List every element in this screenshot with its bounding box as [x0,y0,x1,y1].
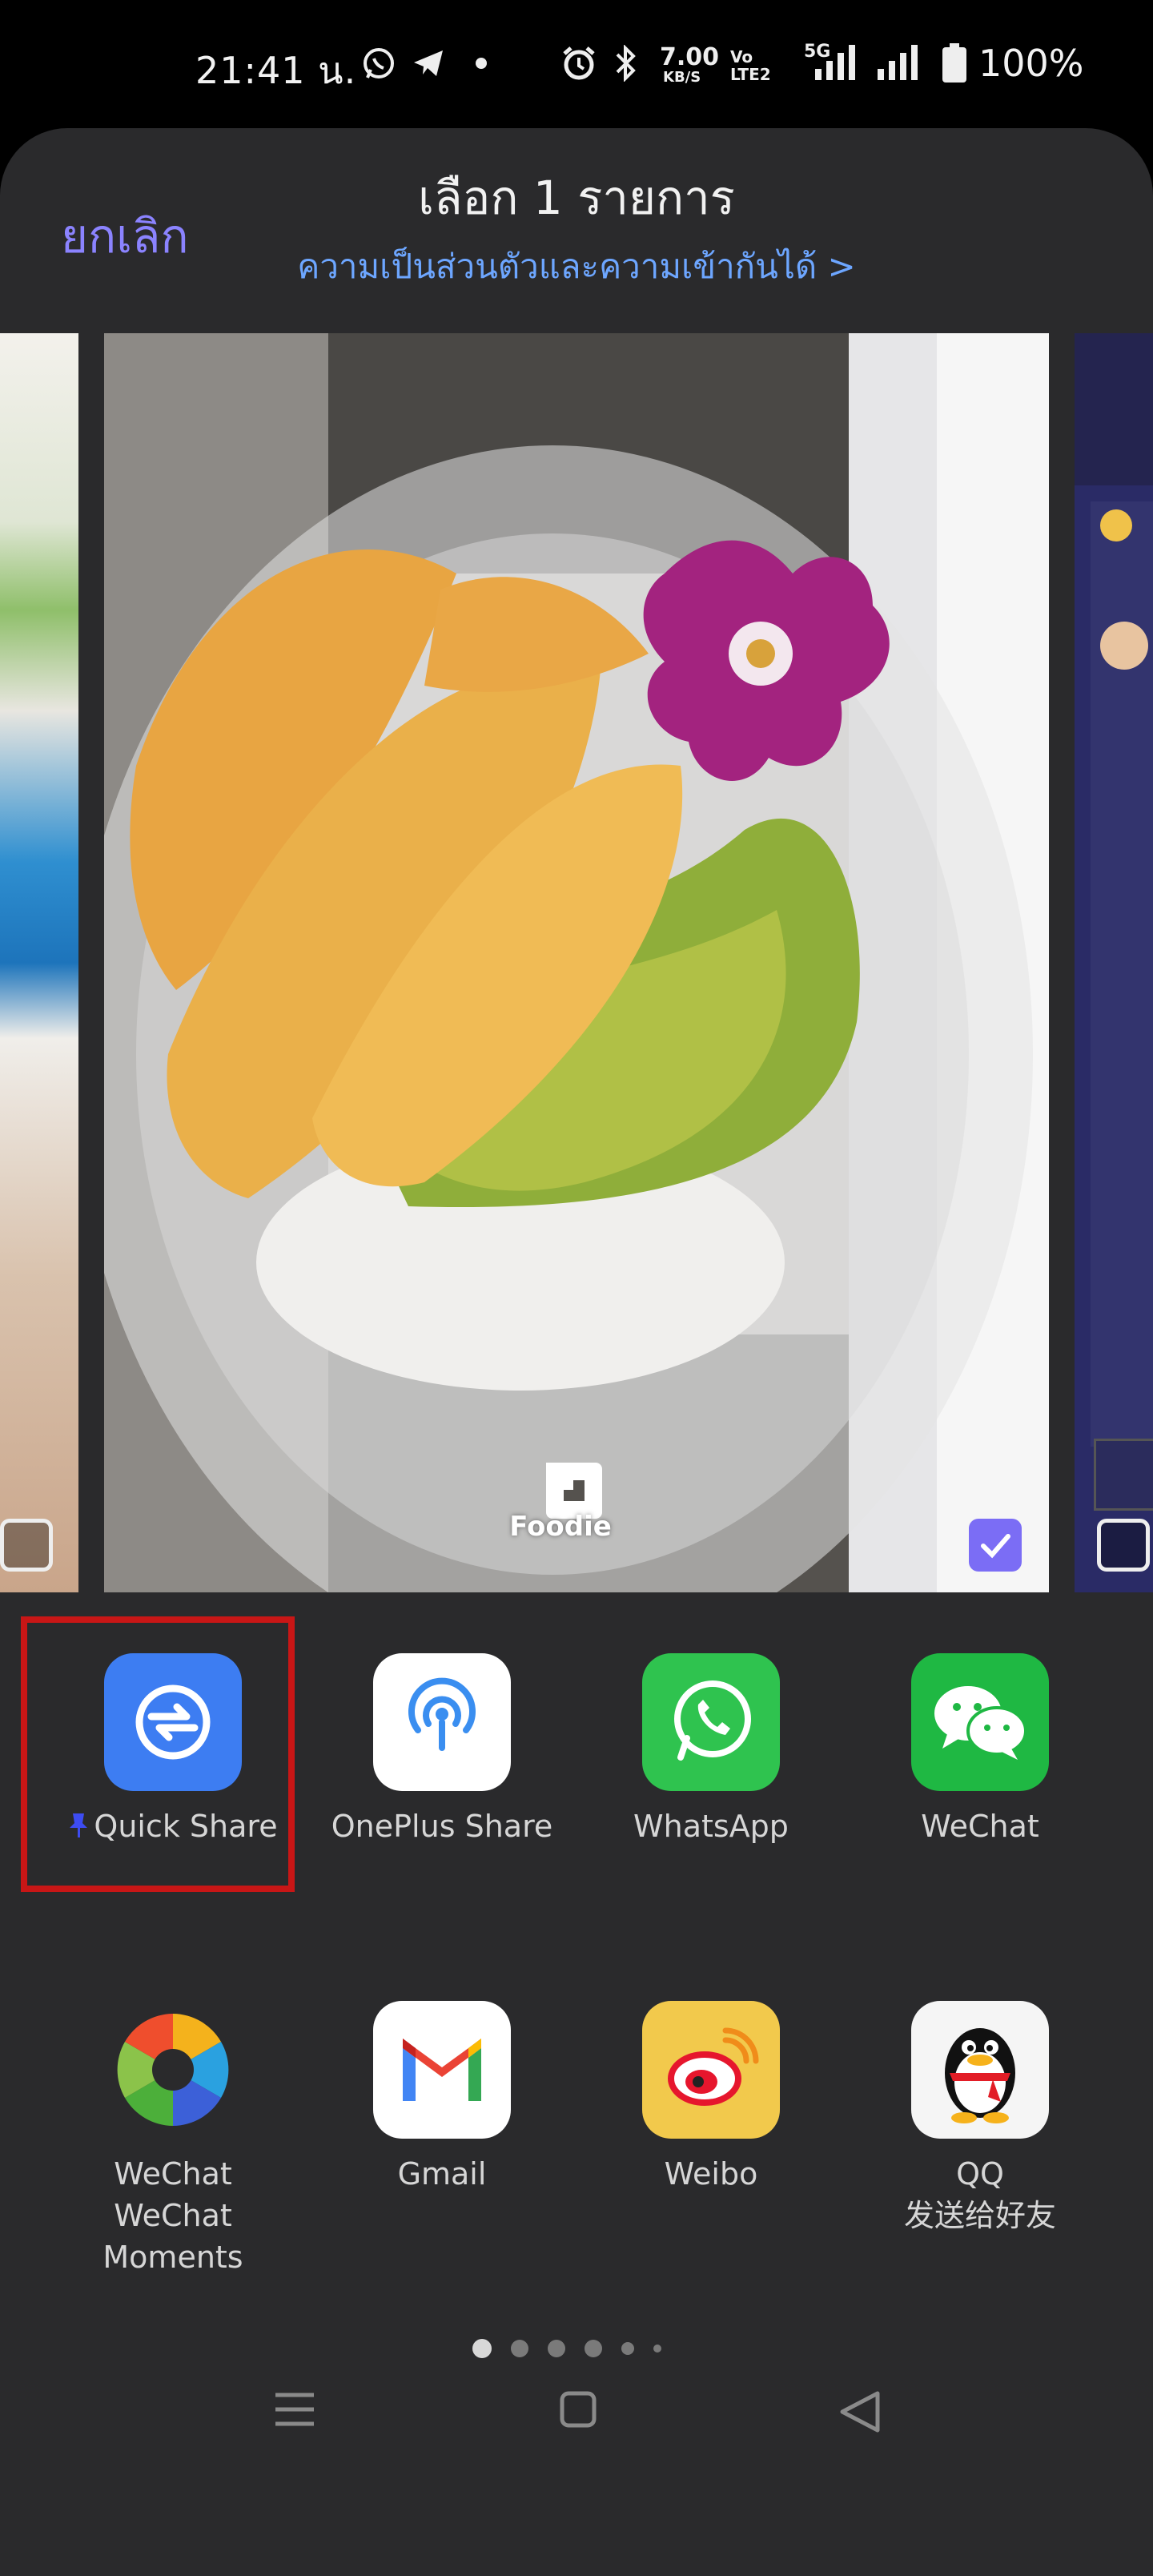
app-label-weibo: Weibo [664,2156,758,2192]
app-label-wechat: WeChat [921,1809,1039,1844]
weibo-icon [642,2001,780,2139]
battery-icon [940,43,969,83]
app-gmail[interactable]: Gmail [322,2001,562,2195]
whatsapp-icon [642,1653,780,1791]
home-nav-button[interactable] [559,2390,597,2432]
signal-icon [809,43,860,83]
whatsapp-icon [359,43,399,83]
speed-unit: KB/S [663,69,701,86]
home-icon [560,2391,597,2428]
wechat-icon [911,1653,1049,1791]
navigation-bar [0,2368,1153,2448]
foodie-badge: Foodie [509,1511,612,1543]
preview-thumbnail-previous[interactable] [0,333,78,1592]
wechat-moments-icon [104,2001,242,2139]
oneplus-share-icon [373,1653,511,1791]
app-weibo[interactable]: Weibo [591,2001,831,2195]
app-quick-share[interactable]: Quick Share [53,1653,293,1849]
speed-value: 7.00 [660,43,720,71]
app-qq[interactable]: QQ 发送给好友 [860,2001,1100,2236]
app-wechat[interactable]: WeChat [860,1653,1100,1847]
battery-percent: 100% [978,42,1084,85]
preview-thumbnail-selected[interactable]: Foodie [104,333,1049,1592]
privacy-compatibility-link[interactable]: ความเป็นส่วนตัวและความเข้ากันได้ > [0,240,1153,293]
back-icon [840,2391,880,2433]
alarm-icon [559,43,599,83]
app-oneplus-share[interactable]: OnePlus Share [322,1653,562,1847]
share-sheet: เลือก 1 รายการ ยกเลิก ความเป็นส่วนตัวและ… [0,128,1153,2576]
status-time: 21:41 น. [195,49,357,92]
page-dot[interactable] [653,2345,661,2353]
telegram-icon [408,43,448,83]
dot-icon [469,43,493,83]
app-wechat-moments[interactable]: WeChat WeChat Moments [53,2001,293,2278]
app-label-wechat-moments: WeChat [114,2156,232,2192]
pin-icon [68,1808,89,1849]
back-nav-button[interactable] [838,2390,882,2437]
app-label-quick-share: Quick Share [94,1809,278,1844]
app-sublabel-wechat-moments: WeChat Moments [102,2198,243,2275]
app-label-qq: QQ [956,2156,1004,2192]
gmail-icon [373,2001,511,2139]
menu-nav-button[interactable] [272,2390,317,2432]
app-sublabel-qq: 发送给好友 [903,2198,1056,2233]
bluetooth-icon [612,43,641,83]
preview-thumbnail-next[interactable] [1075,333,1153,1592]
page-dot[interactable] [548,2340,565,2357]
quick-share-icon [104,1653,242,1791]
app-label-oneplus-share: OnePlus Share [331,1809,553,1844]
page-dot[interactable] [511,2340,528,2357]
page-dot-active[interactable] [472,2339,492,2358]
page-dot[interactable] [585,2340,602,2357]
app-label-gmail: Gmail [397,2156,487,2192]
app-whatsapp[interactable]: WhatsApp [591,1653,831,1847]
signal-icon [874,43,926,83]
food-photo [104,333,1049,1592]
preview-carousel[interactable]: Foodie [0,333,1153,1592]
selected-checkbox[interactable] [969,1519,1022,1572]
volte-badge: Vo LTE2 [730,47,771,84]
select-checkbox[interactable] [1097,1519,1150,1572]
checkmark-icon [981,1534,1010,1559]
page-dot[interactable] [621,2342,634,2355]
select-checkbox[interactable] [0,1519,53,1572]
qq-penguin-icon [911,2001,1049,2139]
app-label-whatsapp: WhatsApp [633,1809,789,1844]
page-indicator[interactable] [472,2332,681,2365]
menu-icon [275,2393,314,2426]
status-bar: 21:41 น. 7.00 KB/S Vo LTE2 5G 100% [0,0,1153,128]
